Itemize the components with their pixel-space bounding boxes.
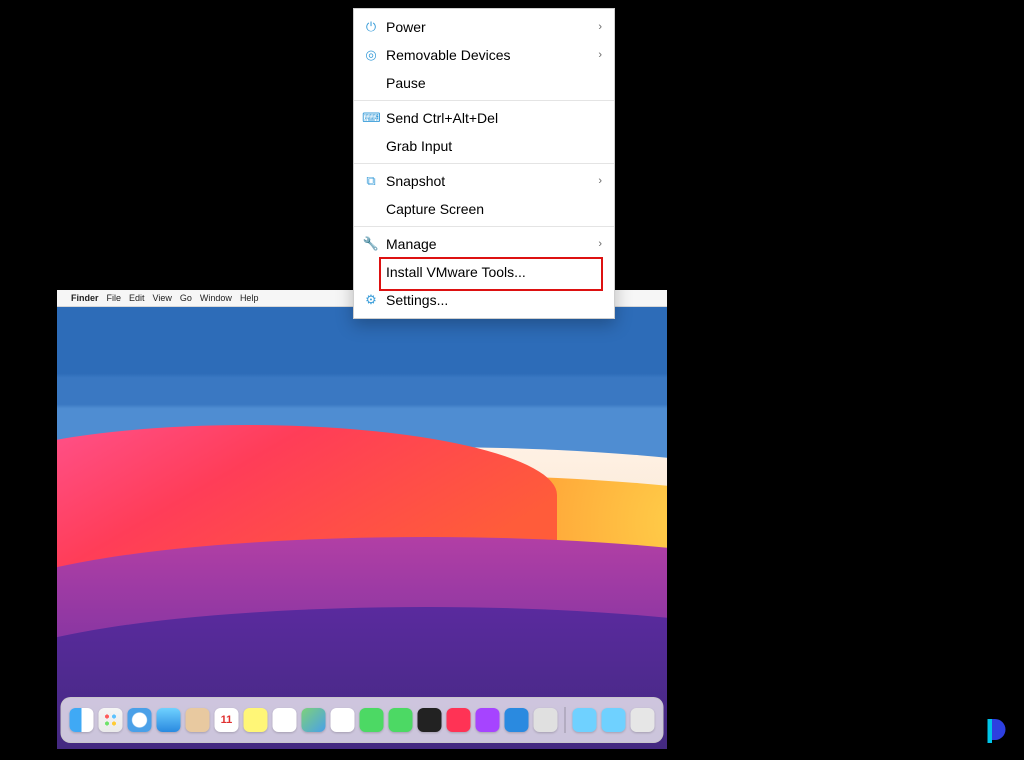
menu-item-label: Pause <box>386 72 602 94</box>
snapshot-icon: ⧉ <box>362 170 380 192</box>
blank-icon: • <box>362 72 380 94</box>
chevron-right-icon: › <box>598 16 602 38</box>
dock-app-launchpad[interactable] <box>99 708 123 732</box>
power-icon: ⏻ <box>362 16 380 38</box>
menu-separator <box>354 163 614 164</box>
menu-item-label: Grab Input <box>386 135 602 157</box>
menubar-item-window[interactable]: Window <box>200 293 232 303</box>
dock-app-finder[interactable] <box>70 708 94 732</box>
dock-app-notes[interactable] <box>244 708 268 732</box>
disc-icon: ◎ <box>362 44 380 66</box>
settings-icon: ⚙ <box>362 289 380 311</box>
menu-item-label: Snapshot <box>386 170 598 192</box>
menu-item-label: Removable Devices <box>386 44 598 66</box>
wrench-icon: 🔧 <box>362 233 380 255</box>
dock-app-mail[interactable] <box>157 708 181 732</box>
menubar-item-file[interactable]: File <box>107 293 122 303</box>
menu-item-send-ctrl-alt-del[interactable]: ⌨ Send Ctrl+Alt+Del <box>354 104 614 132</box>
dock-app-docs[interactable] <box>602 708 626 732</box>
menu-item-removable-devices[interactable]: ◎ Removable Devices› <box>354 41 614 69</box>
dock-app-tv[interactable] <box>418 708 442 732</box>
dock-app-music[interactable] <box>447 708 471 732</box>
menu-item-power[interactable]: ⏻ Power› <box>354 13 614 41</box>
menu-item-grab-input[interactable]: • Grab Input <box>354 132 614 160</box>
mac-desktop[interactable]: 11 <box>57 307 667 749</box>
menubar-app-name[interactable]: Finder <box>71 293 99 303</box>
dock-app-download[interactable] <box>573 708 597 732</box>
dock-app-messages[interactable] <box>360 708 384 732</box>
dock-app-settings[interactable] <box>534 708 558 732</box>
menu-item-capture-screen[interactable]: • Capture Screen <box>354 195 614 223</box>
brand-logo <box>980 716 1010 746</box>
menu-item-label: Install VMware Tools... <box>386 261 602 283</box>
blank-icon: • <box>362 198 380 220</box>
menu-item-manage[interactable]: 🔧 Manage› <box>354 230 614 258</box>
mac-dock: 11 <box>61 697 664 743</box>
menu-item-pause[interactable]: • Pause <box>354 69 614 97</box>
menu-item-label: Power <box>386 16 598 38</box>
menu-item-label: Settings... <box>386 289 602 311</box>
blank-icon: • <box>362 261 380 283</box>
dock-app-trash[interactable] <box>631 708 655 732</box>
menubar-item-view[interactable]: View <box>153 293 172 303</box>
menu-separator <box>354 100 614 101</box>
blank-icon: • <box>362 135 380 157</box>
dock-app-reminders[interactable] <box>273 708 297 732</box>
menu-item-install-vmware-tools[interactable]: • Install VMware Tools... <box>354 258 614 286</box>
dock-app-facetime[interactable] <box>389 708 413 732</box>
keys-icon: ⌨ <box>362 107 380 129</box>
dock-app-safari[interactable] <box>128 708 152 732</box>
chevron-right-icon: › <box>598 233 602 255</box>
chevron-right-icon: › <box>598 44 602 66</box>
menu-item-label: Manage <box>386 233 598 255</box>
vm-guest-window: Finder File Edit View Go Window Help 11 <box>57 290 667 748</box>
dock-app-podcasts[interactable] <box>476 708 500 732</box>
dock-app-appstore[interactable] <box>505 708 529 732</box>
menu-item-snapshot[interactable]: ⧉ Snapshot› <box>354 167 614 195</box>
dock-app-contacts[interactable] <box>186 708 210 732</box>
dock-app-calendar[interactable]: 11 <box>215 708 239 732</box>
menubar-item-go[interactable]: Go <box>180 293 192 303</box>
menu-separator <box>354 226 614 227</box>
menubar-item-edit[interactable]: Edit <box>129 293 145 303</box>
dock-separator <box>565 707 566 733</box>
menubar-item-help[interactable]: Help <box>240 293 259 303</box>
chevron-right-icon: › <box>598 170 602 192</box>
dock-app-maps[interactable] <box>302 708 326 732</box>
dock-app-photos[interactable] <box>331 708 355 732</box>
vm-context-menu: ⏻Power›◎Removable Devices›•Pause⌨Send Ct… <box>353 8 615 319</box>
menu-item-label: Capture Screen <box>386 198 602 220</box>
menu-item-settings[interactable]: ⚙ Settings... <box>354 286 614 314</box>
menu-item-label: Send Ctrl+Alt+Del <box>386 107 602 129</box>
